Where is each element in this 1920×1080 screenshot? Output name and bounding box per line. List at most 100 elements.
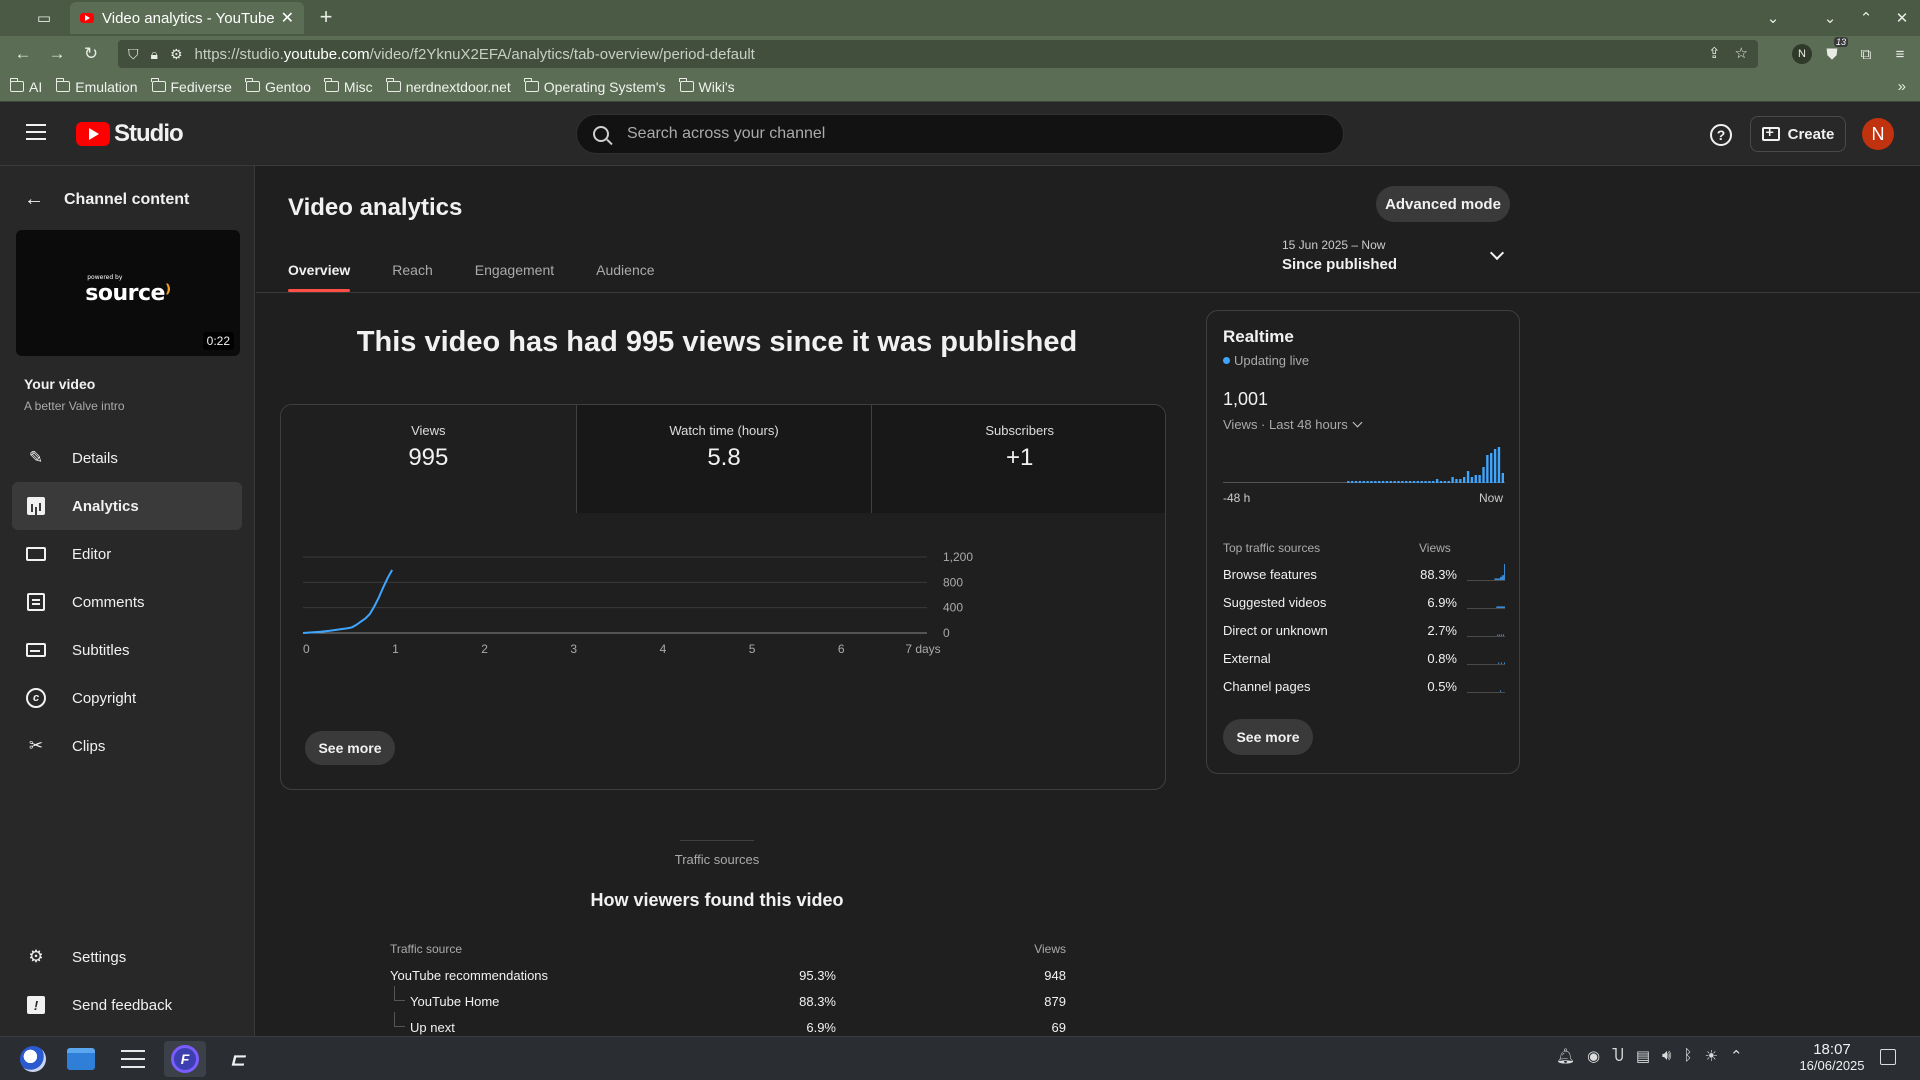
metric-value: 995 — [408, 444, 449, 471]
sparkline-bar — [1498, 606, 1500, 608]
views-series-line — [302, 569, 394, 634]
tab-overflow-chevron-icon[interactable]: ⌄ — [1755, 0, 1791, 36]
section-divider — [680, 840, 754, 841]
tab-reach[interactable]: Reach — [392, 262, 432, 292]
source-engine-logo: powered by source⁾ — [85, 273, 171, 306]
bookmark-folder[interactable]: Emulation — [55, 78, 138, 95]
create-button[interactable]: Create — [1750, 116, 1846, 152]
table-row[interactable]: Up next 6.9% 69 — [390, 1012, 1066, 1036]
period-selector[interactable]: 15 Jun 2025 – Now Since published — [1282, 238, 1522, 282]
tab-close-icon[interactable]: ✕ — [281, 8, 294, 28]
bookmark-folder[interactable]: Misc — [324, 78, 373, 95]
video-thumbnail[interactable]: powered by source⁾ 0:22 — [16, 230, 240, 356]
volume-icon[interactable]: 🔊︎ — [1662, 1047, 1671, 1065]
youtube-play-icon — [76, 122, 110, 146]
sidebar-item-analytics[interactable]: Analytics — [12, 482, 242, 530]
realtime-bar — [1493, 449, 1497, 483]
extensions-puzzle-icon[interactable]: ⧉ — [1852, 40, 1880, 68]
sidebar: ← Channel content powered by source⁾ 0:2… — [0, 166, 255, 1036]
menu-icon[interactable] — [26, 124, 46, 140]
see-more-button[interactable]: See more — [305, 731, 395, 765]
bookmark-folder[interactable]: Wiki's — [679, 78, 735, 95]
taskbar-settings[interactable] — [112, 1041, 154, 1077]
realtime-axis-right: Now — [1478, 491, 1503, 505]
show-desktop-icon[interactable] — [1880, 1049, 1896, 1065]
create-label: Create — [1787, 125, 1835, 143]
profile-icon[interactable]: N — [1792, 44, 1812, 64]
tab-engagement[interactable]: Engagement — [475, 262, 554, 292]
metric-label: Subscribers — [985, 423, 1054, 438]
realtime-bar — [1358, 481, 1362, 483]
realtime-see-more-button[interactable]: See more — [1223, 719, 1313, 755]
folder-icon — [67, 1048, 95, 1070]
realtime-bar — [1381, 481, 1385, 483]
table-row[interactable]: YouTube recommendations 95.3% 948 — [390, 968, 1066, 994]
sidebar-item-copyright[interactable]: c Copyright — [12, 674, 242, 722]
share-icon[interactable]: ⇪ — [1708, 44, 1721, 62]
tab-list-icon[interactable]: ▭ — [26, 0, 62, 36]
bookmark-folder[interactable]: nerdnextdoor.net — [386, 78, 511, 95]
scissors-icon: ✂ — [28, 736, 44, 755]
tray-expand-icon[interactable]: ⌃ — [1730, 1047, 1743, 1065]
taskbar-browser[interactable]: F — [164, 1041, 206, 1077]
sidebar-item-details[interactable]: ✎ Details — [12, 434, 242, 482]
close-window-icon[interactable]: ✕ — [1884, 0, 1920, 36]
realtime-bar — [1474, 475, 1477, 483]
url-bar[interactable]: ⛉ 🔒︎ ⚙ https://studio. youtube.com/video/… — [118, 40, 1758, 68]
bookmark-folder[interactable]: Fediverse — [151, 78, 232, 95]
avatar[interactable]: N — [1862, 118, 1894, 150]
back-icon[interactable]: ← — [6, 37, 40, 71]
sidebar-item-clips[interactable]: ✂ Clips — [12, 722, 242, 770]
metric-watch-time[interactable]: Watch time (hours) 5.8 — [575, 405, 872, 513]
site-permissions-icon[interactable]: ⚙ — [170, 46, 183, 63]
help-icon[interactable]: ? — [1710, 124, 1732, 146]
taskbar-app[interactable]: ㄷ — [216, 1041, 258, 1077]
browser-tab-active[interactable]: Video analytics - YouTube Studio ✕ — [70, 2, 304, 34]
sidebar-item-send-feedback[interactable]: ! Send feedback — [12, 981, 242, 1029]
tab-audience[interactable]: Audience — [596, 262, 654, 292]
back-to-channel-content[interactable]: ← Channel content — [24, 188, 189, 211]
minimize-icon[interactable]: ⌄ — [1812, 0, 1848, 36]
realtime-period-selector[interactable]: Views · Last 48 hours — [1223, 417, 1363, 432]
metric-views[interactable]: Views 995 — [281, 405, 576, 513]
shield-icon[interactable]: ⛉ — [128, 46, 139, 63]
steam-icon[interactable]: ◉ — [1587, 1047, 1600, 1065]
sparkline-bar — [1500, 690, 1502, 692]
sparkline-bar — [1497, 578, 1499, 580]
browser-menu-icon[interactable]: ≡ — [1886, 40, 1914, 68]
tray-app-icon[interactable]: Ⴎ — [1612, 1047, 1624, 1065]
sidebar-item-editor[interactable]: Editor — [12, 530, 242, 578]
bookmark-star-icon[interactable]: ☆ — [1735, 44, 1748, 62]
reload-icon[interactable]: ↻ — [74, 37, 108, 71]
lock-icon[interactable]: 🔒︎ — [151, 46, 158, 63]
brightness-icon[interactable]: ☀ — [1705, 1047, 1718, 1065]
extension-ublock-icon[interactable]: ⛊ 13 — [1818, 37, 1848, 68]
studio-logo[interactable]: Studio — [76, 120, 184, 148]
bookmark-folder[interactable]: Gentoo — [245, 78, 311, 95]
sidebar-item-subtitles[interactable]: Subtitles — [12, 626, 242, 674]
browser-icon: F — [171, 1045, 199, 1073]
forward-icon[interactable]: → — [40, 37, 74, 71]
metric-subscribers[interactable]: Subscribers +1 — [871, 405, 1165, 513]
search-bar[interactable] — [576, 114, 1344, 154]
maximize-icon[interactable]: ⌃ — [1848, 0, 1884, 36]
app-launcher[interactable] — [12, 1041, 54, 1077]
clipboard-icon[interactable]: ▤ — [1636, 1047, 1650, 1065]
bookmark-folder[interactable]: AI — [9, 78, 42, 95]
sidebar-item-comments[interactable]: Comments — [12, 578, 242, 626]
table-row[interactable]: YouTube Home 88.3% 879 — [390, 986, 1066, 1020]
clock[interactable]: 18:07 16/06/2025 — [1792, 1041, 1872, 1073]
bluetooth-icon[interactable]: ᛒ — [1684, 1047, 1693, 1065]
bookmark-folder[interactable]: Operating System's — [524, 78, 666, 95]
realtime-bar — [1378, 481, 1381, 483]
advanced-mode-button[interactable]: Advanced mode — [1376, 186, 1510, 222]
sidebar-item-label: Details — [72, 449, 118, 467]
notifications-icon[interactable]: 🔔︎ — [1556, 1047, 1575, 1065]
sparkline — [1467, 606, 1505, 609]
new-tab-button[interactable]: + — [312, 4, 340, 30]
tab-overview[interactable]: Overview — [288, 262, 351, 292]
sidebar-item-settings[interactable]: ⚙ Settings — [12, 933, 242, 981]
taskbar-files[interactable] — [60, 1041, 102, 1077]
bookmarks-overflow-icon[interactable]: » — [1898, 78, 1906, 95]
search-input[interactable] — [627, 125, 1277, 143]
